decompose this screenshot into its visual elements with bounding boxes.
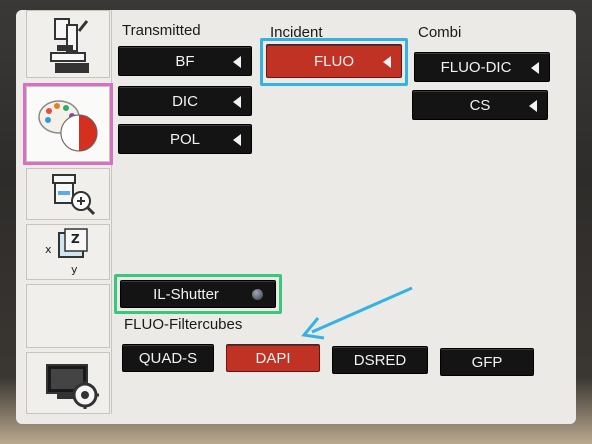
touch-screen: x Z y Transmitted Incident Combi BF DIC …: [16, 10, 576, 424]
annotation-arrow: [301, 286, 413, 340]
